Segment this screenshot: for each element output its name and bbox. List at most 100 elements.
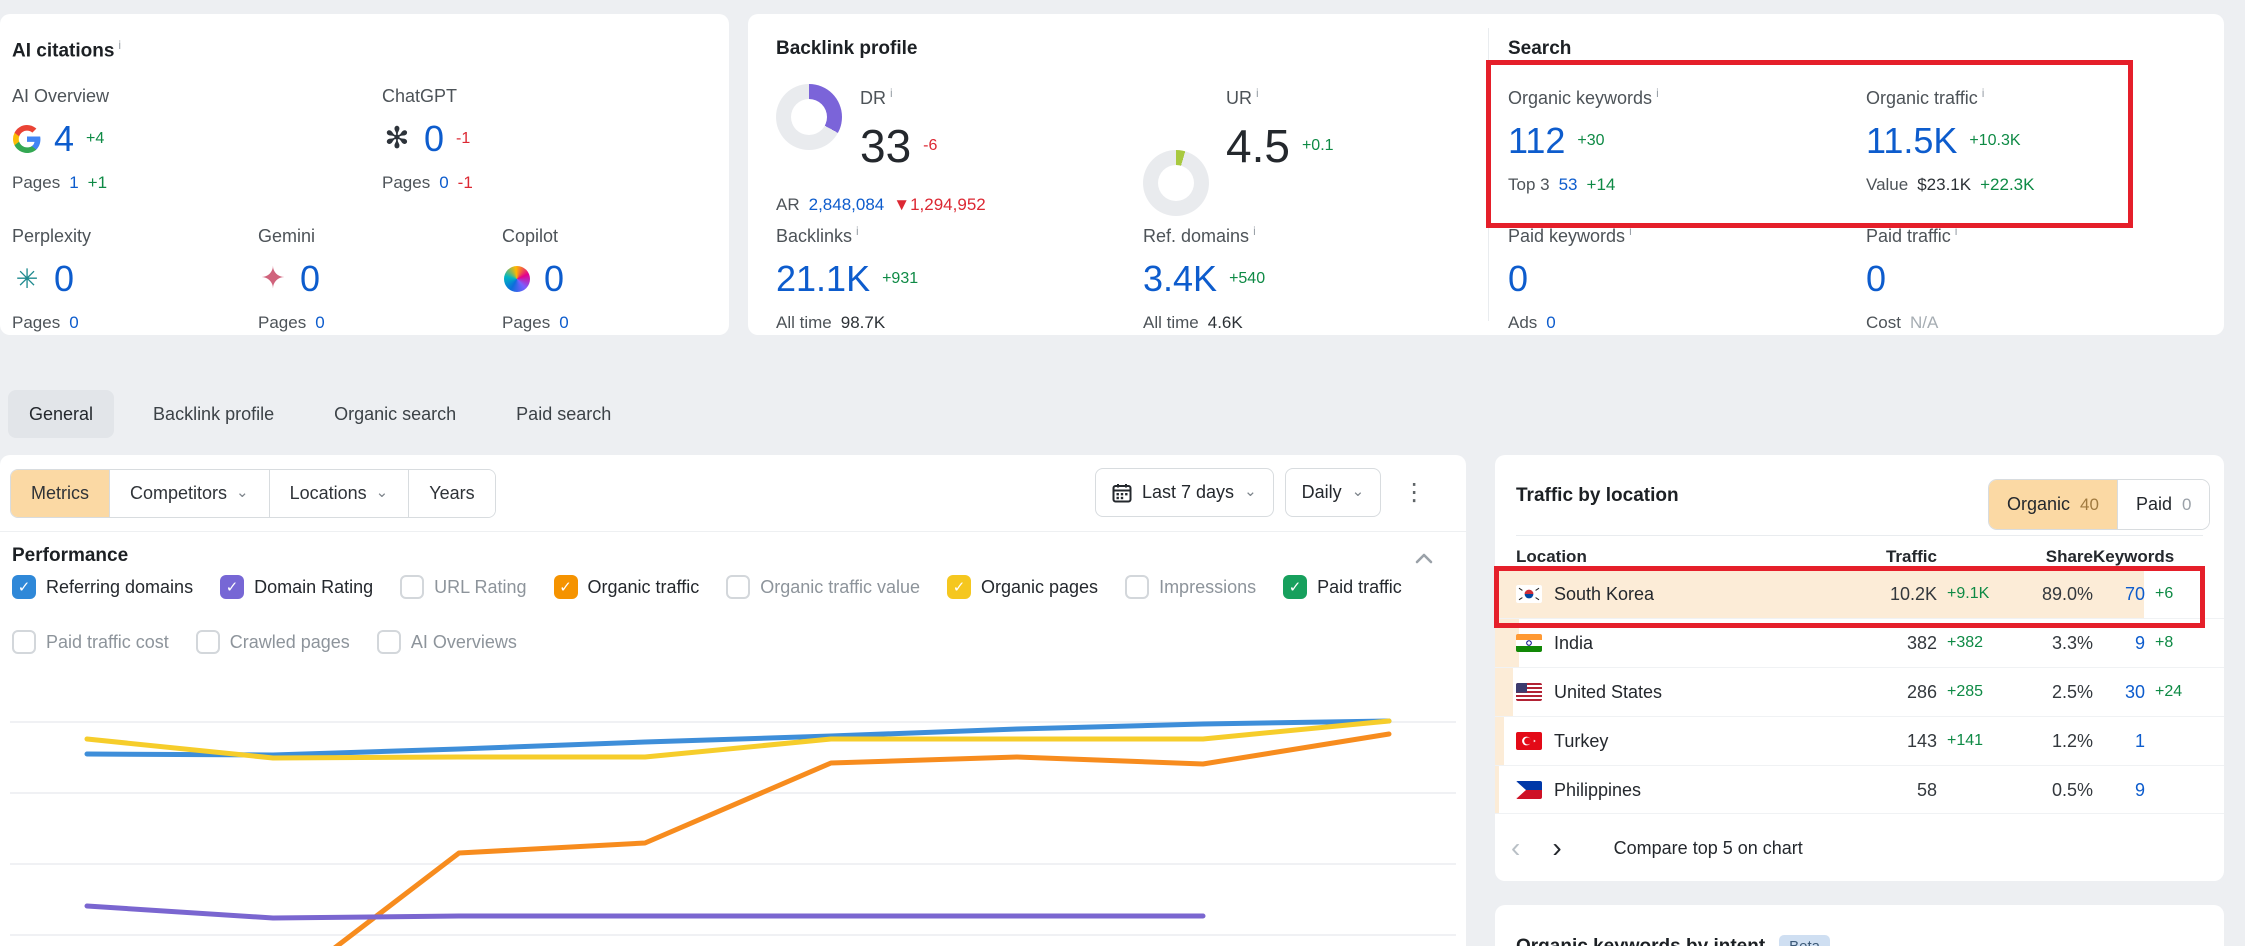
- ai-item-change: -1: [456, 130, 470, 148]
- ar-change: ▼1,294,952: [893, 195, 985, 215]
- tab-backlink-profile[interactable]: Backlink profile: [132, 390, 295, 438]
- info-icon[interactable]: i: [1955, 224, 1958, 238]
- toggle-label: Paid: [2136, 494, 2172, 515]
- ai-item-value: 4: [54, 121, 74, 157]
- info-icon[interactable]: i: [1656, 86, 1659, 100]
- organic-keywords-label: Organic keywordsi: [1508, 86, 1659, 109]
- toggle-organic[interactable]: Organic40: [1989, 480, 2117, 529]
- metric-checkbox-organic-traffic[interactable]: ✓Organic traffic: [554, 575, 700, 599]
- metric-checkbox-label: Organic traffic: [588, 577, 700, 598]
- column-header-traffic: Traffic: [1865, 547, 1937, 567]
- paid-keywords-label: Paid keywordsi: [1508, 224, 1632, 247]
- filter-locations[interactable]: Locations⌄: [269, 470, 409, 517]
- info-icon[interactable]: i: [1982, 86, 1985, 100]
- ai-item-value-row: ✳0: [12, 261, 252, 297]
- ai-item-label: Copilot: [502, 226, 742, 247]
- ai-item-gemini: Gemini✦0Pages0: [258, 226, 498, 333]
- organic-traffic-change: +10.3K: [1969, 132, 2020, 150]
- organic-traffic-value[interactable]: 11.5K: [1866, 123, 1957, 159]
- metric-checkbox-label: Paid traffic: [1317, 577, 1402, 598]
- metric-checkbox-referring-domains[interactable]: ✓Referring domains: [12, 575, 193, 599]
- traffic-change: +382: [1937, 634, 2015, 652]
- chevron-down-icon: ⌄: [1352, 482, 1365, 500]
- top3-row: Top 3 53 +14: [1508, 175, 1659, 195]
- ur-label: URi: [1226, 86, 1334, 109]
- domain-rating-donut: [776, 84, 842, 150]
- keywords-value[interactable]: 9: [2093, 633, 2145, 654]
- info-icon[interactable]: i: [118, 38, 121, 52]
- ar-value[interactable]: 2,848,084: [809, 195, 885, 215]
- location-name: India: [1554, 633, 1593, 654]
- filter-competitors[interactable]: Competitors⌄: [109, 470, 269, 517]
- granularity-button[interactable]: Daily ⌄: [1285, 468, 1382, 517]
- more-options-icon[interactable]: ⋮: [1392, 478, 1436, 507]
- backlinks-change: +931: [882, 270, 918, 288]
- flag-icon-ph: [1516, 781, 1542, 799]
- filter-metrics[interactable]: Metrics: [11, 470, 109, 517]
- info-icon[interactable]: i: [1629, 224, 1632, 238]
- table-row-philippines[interactable]: Philippines580.5%9: [1495, 766, 2224, 814]
- metric-checkbox-impressions[interactable]: Impressions: [1125, 575, 1256, 599]
- pages-value: 0: [315, 313, 324, 333]
- toggle-paid[interactable]: Paid0: [2117, 480, 2210, 529]
- pages-label: Pages: [12, 173, 60, 193]
- tab-organic-search[interactable]: Organic search: [313, 390, 477, 438]
- perplexity-icon: ✳: [12, 264, 42, 294]
- ref-domains-value[interactable]: 3.4K: [1143, 261, 1217, 297]
- metric-checkbox-label: Impressions: [1159, 577, 1256, 598]
- toggle-label: Organic: [2007, 494, 2070, 515]
- keywords-value[interactable]: 1: [2093, 731, 2145, 752]
- keywords-change: +6: [2145, 585, 2203, 603]
- organic-keywords-value[interactable]: 112: [1508, 123, 1565, 159]
- metric-checkbox-organic-traffic-value[interactable]: Organic traffic value: [726, 575, 920, 599]
- metric-checkbox-domain-rating[interactable]: ✓Domain Rating: [220, 575, 373, 599]
- filter-years[interactable]: Years: [408, 470, 494, 517]
- info-icon[interactable]: i: [1256, 86, 1259, 100]
- section-tabs: General Backlink profile Organic search Pai…: [8, 390, 632, 438]
- metric-checkbox-paid-traffic[interactable]: ✓Paid traffic: [1283, 575, 1402, 599]
- cost-row: Cost N/A: [1866, 313, 1957, 333]
- tab-paid-search[interactable]: Paid search: [495, 390, 632, 438]
- filter-label: Years: [429, 483, 474, 504]
- keywords-value[interactable]: 70: [2093, 584, 2145, 605]
- info-icon[interactable]: i: [1253, 224, 1256, 238]
- compare-top5-link[interactable]: Compare top 5 on chart: [1614, 838, 1803, 859]
- metric-checkbox-ai-overviews[interactable]: AI Overviews: [377, 630, 517, 654]
- table-row-turkey[interactable]: Turkey143+1411.2%1: [1495, 717, 2224, 766]
- flag-icon-us: [1516, 683, 1542, 701]
- ai-item-pages-row: Pages1+1: [12, 173, 252, 193]
- prev-page-icon[interactable]: ‹: [1495, 834, 1536, 862]
- table-row-united-states[interactable]: United States286+2852.5%30+24: [1495, 668, 2224, 717]
- ai-citations-card: AI citationsi AI Overview4+4Pages1+1Chat…: [0, 14, 729, 335]
- pages-value: 0: [439, 173, 448, 193]
- table-row-india[interactable]: India382+3823.3%9+8: [1495, 619, 2224, 668]
- performance-card: MetricsCompetitors⌄Locations⌄Years Last …: [0, 455, 1466, 946]
- info-icon[interactable]: i: [890, 86, 893, 100]
- keywords-value[interactable]: 30: [2093, 682, 2145, 703]
- filter-label: Competitors: [130, 483, 227, 504]
- collapse-section-icon[interactable]: [1415, 551, 1433, 569]
- traffic-change: +9.1K: [1937, 585, 2015, 603]
- table-row-south-korea[interactable]: South Korea10.2K+9.1K89.0%70+6: [1495, 570, 2224, 619]
- date-range-button[interactable]: Last 7 days ⌄: [1095, 468, 1274, 517]
- metric-checkbox-crawled-pages[interactable]: Crawled pages: [196, 630, 350, 654]
- metric-checkbox-url-rating[interactable]: URL Rating: [400, 575, 526, 599]
- tab-general[interactable]: General: [8, 390, 114, 438]
- row-cells: Turkey143+1411.2%1: [1495, 731, 2224, 752]
- ai-item-value-row: 4+4: [12, 121, 252, 157]
- copilot-icon: [502, 264, 532, 294]
- ai-item-value: 0: [544, 261, 564, 297]
- keywords-change: +24: [2145, 683, 2203, 701]
- metric-checkbox-paid-traffic-cost[interactable]: Paid traffic cost: [12, 630, 169, 654]
- location-cell: South Korea: [1516, 584, 1865, 605]
- dr-value: 33: [860, 123, 911, 169]
- metric-checkbox-organic-pages[interactable]: ✓Organic pages: [947, 575, 1098, 599]
- backlinks-value[interactable]: 21.1K: [776, 261, 870, 297]
- next-page-icon[interactable]: ›: [1536, 834, 1577, 862]
- search-title: Search: [1508, 38, 1571, 60]
- chevron-down-icon: ⌄: [376, 483, 389, 501]
- info-icon[interactable]: i: [856, 224, 859, 238]
- metric-checkbox-label: Organic pages: [981, 577, 1098, 598]
- keywords-value[interactable]: 9: [2093, 780, 2145, 801]
- traffic-change: +285: [1937, 683, 2015, 701]
